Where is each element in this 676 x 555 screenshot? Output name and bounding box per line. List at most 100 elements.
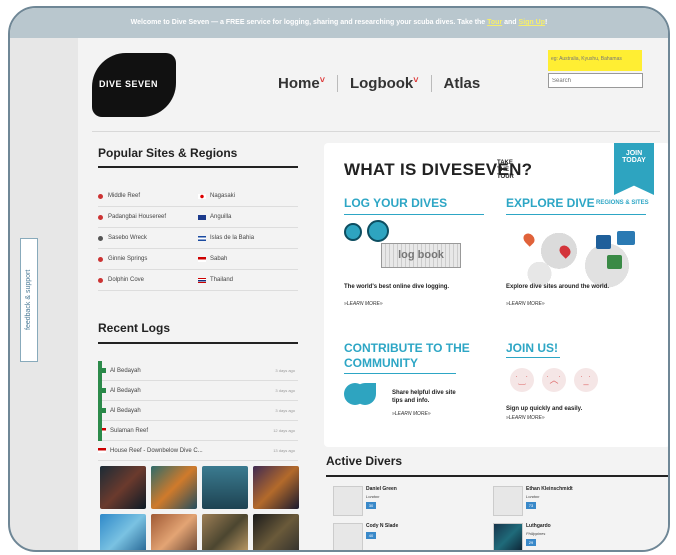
diver-card[interactable]: Luthgardo Philippines 29 <box>493 523 653 550</box>
diveseven-mark-icon <box>354 383 376 405</box>
dive-photo[interactable] <box>253 466 299 509</box>
dropdown-icon: ˅ <box>319 75 325 85</box>
site-name: Padangbai Housereef <box>108 214 167 220</box>
diver-location: Philippines <box>526 531 546 536</box>
pencil-icon <box>344 223 362 241</box>
site-middle-reef[interactable]: Middle Reef <box>98 193 198 199</box>
learn-more-link[interactable]: »LEARN MORE» <box>344 301 383 307</box>
site-islas-bahia[interactable]: Islas de la Bahia <box>198 235 298 241</box>
site-thailand[interactable]: Thailand <box>198 277 298 283</box>
dive-photo[interactable] <box>100 514 146 550</box>
site-name: Thailand <box>210 277 234 283</box>
site-name: Ginnie Springs <box>108 256 148 262</box>
explore-dive-heading[interactable]: EXPLORE DIVE <box>506 196 595 210</box>
avatar <box>493 486 523 516</box>
dive-site-photo <box>596 235 611 249</box>
diver-card[interactable]: Ethan Kleinschmidt London 73 <box>493 486 653 516</box>
nav-logbook[interactable]: Logbook˅ <box>338 75 432 92</box>
dive-photo[interactable] <box>100 466 146 509</box>
tour-link[interactable]: Tour <box>487 19 502 26</box>
nav-atlas-label: Atlas <box>443 75 481 92</box>
log-site: House Reef - Downbelow Dive C... <box>110 447 203 454</box>
nav-home[interactable]: Home˅ <box>266 75 338 92</box>
malaysia-flag-icon <box>198 256 206 262</box>
site-sasebo-wreck[interactable]: Sasebo Wreck <box>98 235 198 241</box>
book-icon <box>367 220 389 242</box>
nav-logbook-label: Logbook <box>349 75 414 92</box>
pin-icon <box>98 193 103 199</box>
dive-count-badge: 73 <box>526 502 536 509</box>
explore-subheading: REGIONS & SITES <box>596 200 649 206</box>
dive-photo[interactable] <box>151 514 197 550</box>
dive-photo[interactable] <box>202 466 248 509</box>
site-dolphin-cove[interactable]: Dolphin Cove <box>98 277 198 283</box>
log-row[interactable]: Sulaman Reef 12 days ago <box>98 421 298 441</box>
contribute-text: Share helpful dive site tips and info. <box>392 390 456 404</box>
diver-location: London <box>526 494 540 499</box>
main-nav: Home˅ Logbook˅ Atlas <box>266 75 492 92</box>
feedback-tab[interactable]: feedback & support <box>20 238 38 362</box>
learn-more-link[interactable]: »LEARN MORE» <box>506 301 545 307</box>
site-sabah[interactable]: Sabah <box>198 256 298 262</box>
diver-name: Daniel Green <box>366 486 397 492</box>
site-name: Sasebo Wreck <box>108 235 147 241</box>
recent-logs-title: Recent Logs <box>98 321 171 335</box>
dive-photo[interactable] <box>202 514 248 550</box>
avatar <box>333 523 363 550</box>
learn-more-link[interactable]: »LEARN MORE» <box>506 415 545 421</box>
site-padangbai[interactable]: Padangbai Housereef <box>98 214 198 220</box>
japan-flag-icon <box>198 193 206 199</box>
site-name: Sabah <box>210 256 228 262</box>
dive-site-photo <box>607 255 622 269</box>
anguilla-flag-icon <box>198 214 206 220</box>
site-name: Middle Reef <box>108 193 141 199</box>
site-ginnie-springs[interactable]: Ginnie Springs <box>98 256 198 262</box>
diver-card[interactable]: Cody N Slade 40 <box>333 523 493 550</box>
welcome-banner: Welcome to Dive Seven — a FREE service f… <box>10 8 668 38</box>
site-nagasaki[interactable]: Nagasaki <box>198 193 298 199</box>
site-logo[interactable]: DIVE SEVEN <box>92 53 176 117</box>
learn-more-link[interactable]: »LEARN MORE» <box>392 411 431 417</box>
avatar <box>493 523 523 550</box>
dive-photo[interactable] <box>253 514 299 550</box>
dive-count-badge: 29 <box>526 539 536 546</box>
active-divers-underline <box>326 475 668 477</box>
popular-title: Popular Sites & Regions <box>98 146 238 160</box>
site-row: Ginnie Springs Sabah <box>98 249 298 270</box>
community-heading[interactable]: COMMUNITY <box>344 356 418 370</box>
search-input[interactable] <box>548 73 643 88</box>
join-today-ribbon[interactable]: JOIN TODAY <box>614 143 654 195</box>
contribute-heading[interactable]: CONTRIBUTE TO THE <box>344 341 470 355</box>
site-row: Padangbai Housereef Anguilla <box>98 207 298 228</box>
explore-text: Explore dive sites around the world. <box>506 284 610 290</box>
log-site: Al Bedayah <box>110 387 141 394</box>
log-row[interactable]: Al Bedayah 3 days ago <box>98 361 298 381</box>
log-dives-heading[interactable]: LOG YOUR DIVES <box>344 196 447 210</box>
contribute-underline <box>344 373 456 374</box>
site-row: Middle Reef Nagasaki <box>98 186 298 207</box>
happy-face-icon: ˙‿˙ <box>510 368 534 392</box>
recent-logs-accent <box>98 361 102 441</box>
join-us-heading[interactable]: JOIN US! <box>506 341 558 355</box>
site-anguilla[interactable]: Anguilla <box>198 214 298 220</box>
log-row[interactable]: Al Bedayah 3 days ago <box>98 381 298 401</box>
dropdown-icon: ˅ <box>413 75 419 85</box>
malaysia-flag-icon <box>98 448 106 453</box>
diver-name: Luthgardo <box>526 523 551 529</box>
log-date: 3 days ago <box>275 408 295 413</box>
log-row[interactable]: House Reef - Downbelow Dive C... 13 days … <box>98 441 298 461</box>
diver-location: London <box>366 494 380 499</box>
wreck-icon <box>98 235 103 241</box>
take-tour-link[interactable]: TAKE THE TOUR <box>497 160 521 181</box>
popular-underline <box>98 166 298 168</box>
diver-card[interactable]: Daniel Green London 30 <box>333 486 493 516</box>
feedback-label: feedback & support <box>25 269 32 331</box>
nav-atlas[interactable]: Atlas <box>432 75 493 92</box>
dive-photo[interactable] <box>151 466 197 509</box>
sign-up-link[interactable]: Sign Up <box>519 19 545 26</box>
what-is-diveseven-card: JOIN TODAY WHAT IS DIVESEVEN? TAKE THE T… <box>324 143 668 447</box>
explore-underline <box>506 214 646 215</box>
log-row[interactable]: Al Bedayah 3 days ago <box>98 401 298 421</box>
site-name: Anguilla <box>210 214 232 220</box>
avatar <box>333 486 363 516</box>
